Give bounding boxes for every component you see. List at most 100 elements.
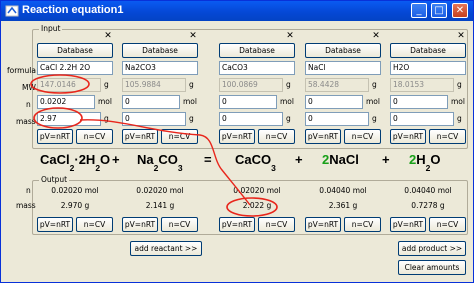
amount-field[interactable]: 0 xyxy=(122,95,180,109)
formula-field[interactable]: NaCl xyxy=(305,61,381,75)
output-n-cv-button[interactable]: n=CV xyxy=(344,217,381,232)
formula-subscript: 2 xyxy=(425,162,431,173)
add-reactant-button[interactable]: add reactant >> xyxy=(130,241,202,256)
output-pv-nrt-button[interactable]: pV=nRT xyxy=(305,217,341,232)
formula-subscript: 3 xyxy=(271,162,276,173)
equation-term: Na2CO3 xyxy=(137,152,183,173)
formula-field[interactable]: H2O xyxy=(390,61,466,75)
output-amount: 0.02020 mol xyxy=(51,186,99,195)
minimize-button[interactable]: _ xyxy=(411,3,427,18)
output-mass: 0.7278 g xyxy=(411,201,445,210)
mw-unit: g xyxy=(286,80,291,89)
remove-species-button[interactable]: ✕ xyxy=(284,31,296,42)
n-cv-button[interactable]: n=CV xyxy=(76,129,113,144)
mass-unit: g xyxy=(104,114,109,123)
equation-term: 2NaCl xyxy=(322,152,359,173)
formula-field[interactable]: CaCO3 xyxy=(219,61,295,75)
remove-species-button[interactable]: ✕ xyxy=(187,31,199,42)
close-button[interactable]: ✕ xyxy=(452,3,468,18)
close-icon: ✕ xyxy=(189,31,197,41)
n-cv-button[interactable]: n=CV xyxy=(429,129,466,144)
mw-unit: g xyxy=(189,80,194,89)
output-n-cv-button[interactable]: n=CV xyxy=(429,217,466,232)
output-n-cv-button[interactable]: n=CV xyxy=(258,217,295,232)
formula-part: O xyxy=(100,152,111,167)
output-n-cv-button[interactable]: n=CV xyxy=(76,217,113,232)
output-mass: 2.361 g xyxy=(328,201,358,210)
amount-field[interactable]: 0 xyxy=(390,95,448,109)
pv-nrt-button[interactable]: pV=nRT xyxy=(37,129,73,144)
output-amount: 0.04040 mol xyxy=(404,186,452,195)
maximize-button[interactable]: □ xyxy=(431,3,447,18)
clear-amounts-button[interactable]: Clear amounts xyxy=(398,260,466,275)
formula-subscript: 2 xyxy=(95,162,101,173)
output-pv-nrt-button[interactable]: pV=nRT xyxy=(122,217,158,232)
output-pv-nrt-button[interactable]: pV=nRT xyxy=(219,217,255,232)
output-amount: 0.02020 mol xyxy=(233,186,281,195)
formula-row-label: formula xyxy=(7,66,36,75)
mass-field[interactable]: 0 xyxy=(305,112,369,126)
molar-mass-field: 58.4428 xyxy=(305,78,369,92)
formula-part: O xyxy=(430,152,441,167)
n-cv-button[interactable]: n=CV xyxy=(161,129,198,144)
molar-mass-field: 105.9884 xyxy=(122,78,186,92)
mass-unit: g xyxy=(286,114,291,123)
input-group-label: Input xyxy=(39,24,63,34)
mass-unit: g xyxy=(457,114,462,123)
app-icon xyxy=(5,5,19,17)
n-cv-button[interactable]: n=CV xyxy=(258,129,295,144)
formula-field[interactable]: CaCl 2.2H 2O xyxy=(37,61,113,75)
mass-field[interactable]: 0 xyxy=(390,112,454,126)
equation-term: 2H2O xyxy=(409,152,440,173)
database-button[interactable]: Database xyxy=(37,43,113,58)
formula-subscript: 2 xyxy=(69,162,75,173)
amount-field[interactable]: 0 xyxy=(305,95,363,109)
remove-species-button[interactable]: ✕ xyxy=(102,31,114,42)
output-mass-row-label: mass xyxy=(16,201,36,210)
formula-part: NaCl xyxy=(329,152,359,167)
close-icon: ✕ xyxy=(286,31,294,41)
close-icon: ✕ xyxy=(455,5,465,16)
pv-nrt-button[interactable]: pV=nRT xyxy=(122,129,158,144)
formula-subscript: 2 xyxy=(153,162,159,173)
mass-field[interactable]: 0 xyxy=(122,112,186,126)
output-n-cv-button[interactable]: n=CV xyxy=(161,217,198,232)
remove-species-button[interactable]: ✕ xyxy=(455,31,467,42)
database-button[interactable]: Database xyxy=(122,43,198,58)
formula-part: CO xyxy=(158,152,178,167)
add-product-button[interactable]: add product >> xyxy=(398,241,466,256)
formula-subscript: 3 xyxy=(177,162,183,173)
database-button[interactable]: Database xyxy=(305,43,381,58)
pv-nrt-button[interactable]: pV=nRT xyxy=(305,129,341,144)
formula-part: CaCl xyxy=(40,152,70,167)
close-icon: ✕ xyxy=(104,31,112,41)
amount-field[interactable]: 0 xyxy=(219,95,277,109)
output-amount: 0.04040 mol xyxy=(319,186,367,195)
output-mass: 2.970 g xyxy=(60,201,90,210)
database-button[interactable]: Database xyxy=(219,43,295,58)
formula-field[interactable]: Na2CO3 xyxy=(122,61,198,75)
equation-operator: + xyxy=(112,152,120,167)
molar-mass-field: 147.0146 xyxy=(37,78,101,92)
remove-species-button[interactable]: ✕ xyxy=(370,31,382,42)
database-button[interactable]: Database xyxy=(390,43,466,58)
output-pv-nrt-button[interactable]: pV=nRT xyxy=(37,217,73,232)
output-group-label: Output xyxy=(39,175,70,185)
n-cv-button[interactable]: n=CV xyxy=(344,129,381,144)
mass-field[interactable]: 2.97 xyxy=(37,112,101,126)
title-bar[interactable]: Reaction equation1 _ □ ✕ xyxy=(1,1,473,21)
equation-term: CaCl2·2H2O xyxy=(40,152,110,173)
n-unit: mol xyxy=(183,97,197,106)
formula-part: ·2H xyxy=(74,152,96,167)
pv-nrt-button[interactable]: pV=nRT xyxy=(219,129,255,144)
mw-row-label: MW xyxy=(22,83,36,92)
amount-field[interactable]: 0.0202 xyxy=(37,95,95,109)
mass-row-label: mass xyxy=(16,117,36,126)
pv-nrt-button[interactable]: pV=nRT xyxy=(390,129,426,144)
equation-operator: + xyxy=(295,152,303,167)
mass-field[interactable]: 0 xyxy=(219,112,283,126)
mw-unit: g xyxy=(457,80,462,89)
output-pv-nrt-button[interactable]: pV=nRT xyxy=(390,217,426,232)
close-icon: ✕ xyxy=(372,31,380,41)
formula-part: CaCO xyxy=(235,152,272,167)
